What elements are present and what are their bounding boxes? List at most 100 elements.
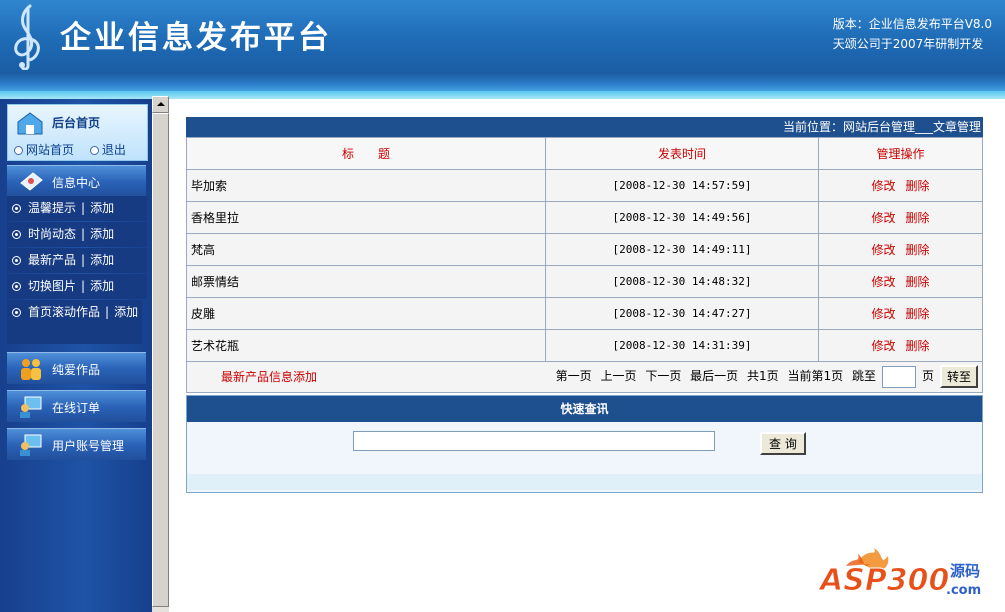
quick-search-footer xyxy=(187,474,982,490)
quick-search-panel: 快速查讯 查 询 xyxy=(186,395,983,493)
svg-text:源码: 源码 xyxy=(950,562,980,580)
search-button[interactable]: 查 询 xyxy=(760,432,806,455)
section-info-center[interactable]: 信息中心 xyxy=(7,165,146,197)
delete-link[interactable]: 删除 xyxy=(906,307,930,321)
table-row: 香格里拉 [2008-12-30 14:49:56] 修改 删除 xyxy=(186,201,983,234)
row-actions: 修改 删除 xyxy=(818,233,983,266)
row-title[interactable]: 毕加索 xyxy=(186,169,546,202)
logout-link[interactable]: 退出 xyxy=(89,143,126,157)
treble-clef-icon xyxy=(14,4,40,70)
quick-search-body: 查 询 xyxy=(187,422,982,474)
edit-link[interactable]: 修改 xyxy=(871,243,895,257)
last-page-link[interactable]: 最后一页 xyxy=(690,369,738,383)
section-label: 信息中心 xyxy=(52,176,101,190)
row-actions: 修改 删除 xyxy=(818,169,983,202)
computer-user-icon xyxy=(20,396,42,418)
table-row: 毕加索 [2008-12-30 14:57:59] 修改 删除 xyxy=(186,169,983,202)
delete-link[interactable]: 删除 xyxy=(906,275,930,289)
pager-row: 最新产品信息添加 第一页 上一页 下一页 最后一页 共1页 当前第1页 跳至 页转… xyxy=(186,362,983,393)
menu-item-label[interactable]: 时尚动态 xyxy=(28,227,76,241)
article-table: 标 题 发表时间 管理操作 毕加索 [2008-12-30 14:57:59] … xyxy=(186,137,983,362)
edit-link[interactable]: 修改 xyxy=(871,339,895,353)
page-unit-label: 页 xyxy=(921,369,934,383)
row-title[interactable]: 邮票情结 xyxy=(186,265,546,298)
menu-item-label[interactable]: 切换图片 xyxy=(28,279,76,293)
svg-text:ASP300: ASP300 xyxy=(818,563,949,598)
row-title[interactable]: 艺术花瓶 xyxy=(186,329,546,362)
section-works[interactable]: 纯爱作品 xyxy=(7,352,146,384)
row-time: [2008-12-30 14:57:59] xyxy=(545,169,819,202)
home-icon xyxy=(17,112,43,135)
table-row: 艺术花瓶 [2008-12-30 14:31:39] 修改 删除 xyxy=(186,329,983,362)
page-number-input[interactable] xyxy=(881,365,916,388)
breadcrumb: 当前位置：网站后台管理___文章管理 xyxy=(186,117,983,137)
radio-bullet-icon xyxy=(12,230,21,239)
menu-item-label[interactable]: 温馨提示 xyxy=(28,201,76,215)
row-actions: 修改 删除 xyxy=(818,297,983,330)
version-line: 版本：企业信息发布平台V8.0 xyxy=(832,17,992,31)
document-icon xyxy=(20,172,43,191)
menu-item-products: 最新产品 | 添加 xyxy=(7,248,147,273)
menu-item-add[interactable]: 添加 xyxy=(114,305,138,319)
row-title[interactable]: 香格里拉 xyxy=(186,201,546,234)
menu-item-add[interactable]: 添加 xyxy=(90,253,114,267)
menu-item-add[interactable]: 添加 xyxy=(90,279,114,293)
sidebar-scrollbar[interactable] xyxy=(152,96,169,612)
menu-item-label[interactable]: 最新产品 xyxy=(28,253,76,267)
row-time: [2008-12-30 14:48:32] xyxy=(545,265,819,298)
menu-item-label[interactable]: 首页滚动作品 xyxy=(28,305,100,319)
row-title[interactable]: 皮雕 xyxy=(186,297,546,330)
menu-item-fashion: 时尚动态 | 添加 xyxy=(7,222,147,247)
site-home-label: 网站首页 xyxy=(26,143,75,157)
search-input[interactable] xyxy=(353,431,715,451)
quick-search-title: 快速查讯 xyxy=(187,396,982,422)
current-page: 当前第1页 xyxy=(787,369,844,383)
app-title: 企业信息发布平台 xyxy=(60,20,332,56)
edit-link[interactable]: 修改 xyxy=(871,275,895,289)
radio-bullet-icon xyxy=(12,204,21,213)
menu-item-add[interactable]: 添加 xyxy=(90,201,114,215)
header-band-light xyxy=(0,91,1005,99)
column-title: 标 题 xyxy=(186,137,546,170)
section-label: 用户账号管理 xyxy=(52,439,125,453)
row-time: [2008-12-30 14:31:39] xyxy=(545,329,819,362)
site-home-link[interactable]: 网站首页 xyxy=(14,143,74,157)
column-actions: 管理操作 xyxy=(818,137,983,170)
next-page-link[interactable]: 下一页 xyxy=(645,369,681,383)
home-panel: 后台首页 网站首页 退出 xyxy=(7,104,148,161)
svg-text:.com: .com xyxy=(946,583,981,598)
delete-link[interactable]: 删除 xyxy=(906,243,930,257)
bullet-icon xyxy=(89,146,99,155)
table-row: 邮票情结 [2008-12-30 14:48:32] 修改 删除 xyxy=(186,265,983,298)
home-links: 网站首页 退出 xyxy=(14,141,138,158)
radio-bullet-icon xyxy=(12,308,21,317)
people-icon xyxy=(21,359,41,380)
delete-link[interactable]: 删除 xyxy=(906,339,930,353)
section-label: 在线订单 xyxy=(52,401,101,415)
prev-page-link[interactable]: 上一页 xyxy=(600,369,636,383)
section-orders[interactable]: 在线订单 xyxy=(7,390,146,422)
table-header-row: 标 题 发表时间 管理操作 xyxy=(186,137,983,170)
edit-link[interactable]: 修改 xyxy=(871,179,895,193)
pagination: 第一页 上一页 下一页 最后一页 共1页 当前第1页 跳至 页转至 xyxy=(556,365,978,388)
menu-item-tips: 温馨提示 | 添加 xyxy=(7,196,147,221)
scroll-thumb[interactable] xyxy=(152,113,169,607)
delete-link[interactable]: 删除 xyxy=(906,179,930,193)
go-button[interactable]: 转至 xyxy=(939,365,978,388)
menu-item-scroll-works: 首页滚动作品 | 添加 xyxy=(7,300,142,344)
section-accounts[interactable]: 用户账号管理 xyxy=(7,428,146,460)
first-page-link[interactable]: 第一页 xyxy=(556,369,592,383)
edit-link[interactable]: 修改 xyxy=(871,211,895,225)
scroll-up-arrow-icon[interactable] xyxy=(152,96,169,113)
table-row: 皮雕 [2008-12-30 14:47:27] 修改 删除 xyxy=(186,297,983,330)
edit-link[interactable]: 修改 xyxy=(871,307,895,321)
radio-bullet-icon xyxy=(12,256,21,265)
menu-item-add[interactable]: 添加 xyxy=(90,227,114,241)
home-title[interactable]: 后台首页 xyxy=(52,114,100,131)
asp300-logo: ASP300 源码 .com xyxy=(818,548,981,599)
delete-link[interactable]: 删除 xyxy=(906,211,930,225)
row-title[interactable]: 梵高 xyxy=(186,233,546,266)
table-row: 梵高 [2008-12-30 14:49:11] 修改 删除 xyxy=(186,233,983,266)
add-product-link[interactable]: 最新产品信息添加 xyxy=(221,368,317,385)
header-banner: 企业信息发布平台 版本：企业信息发布平台V8.0 天颂公司于2007年研制开发 xyxy=(0,0,1005,72)
